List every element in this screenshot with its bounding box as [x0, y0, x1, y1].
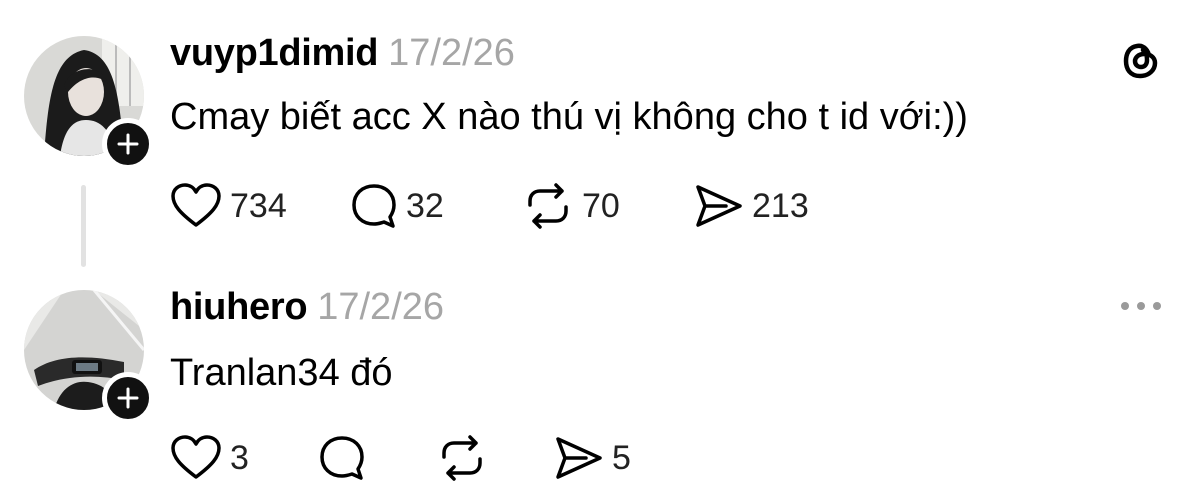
comment-icon — [320, 436, 364, 480]
share-count: 213 — [752, 186, 809, 225]
post-header: vuyp1dimid 17/2/26 — [170, 32, 515, 75]
plus-icon — [117, 133, 139, 155]
username[interactable]: hiuhero — [170, 286, 308, 329]
repost-icon — [442, 435, 482, 481]
reply-actions: 3 5 — [170, 434, 631, 482]
reply-date: 17/2/26 — [317, 286, 445, 328]
like-count: 734 — [230, 186, 287, 225]
username[interactable]: vuyp1dimid — [170, 32, 378, 75]
plus-icon — [117, 387, 139, 409]
repost-count: 70 — [582, 186, 620, 225]
follow-button[interactable] — [102, 372, 154, 424]
post-text: Cmay biết acc X nào thú vị không cho t i… — [170, 96, 968, 138]
reply-button[interactable]: 32 — [350, 182, 522, 230]
like-button[interactable]: 3 — [170, 435, 318, 481]
repost-icon — [528, 183, 568, 229]
comment-icon — [352, 184, 396, 228]
share-count: 5 — [612, 438, 631, 477]
follow-button[interactable] — [102, 118, 154, 170]
share-button[interactable]: 213 — [692, 183, 809, 229]
heart-icon — [171, 435, 221, 479]
repost-button[interactable] — [436, 435, 552, 481]
thread-connector-line — [81, 185, 86, 267]
reply-count: 32 — [406, 186, 444, 225]
send-icon — [696, 185, 742, 227]
heart-icon — [171, 183, 221, 227]
like-count: 3 — [230, 438, 249, 477]
reply-text: Tranlan34 đó — [170, 352, 393, 394]
more-options-icon[interactable] — [1118, 296, 1164, 321]
repost-button[interactable]: 70 — [522, 183, 692, 229]
post-date: 17/2/26 — [388, 32, 515, 74]
reply-header: hiuhero 17/2/26 — [170, 286, 444, 329]
like-button[interactable]: 734 — [170, 183, 350, 229]
threads-logo-icon[interactable] — [1120, 40, 1162, 87]
send-icon — [556, 437, 602, 479]
post-actions: 734 32 70 213 — [170, 182, 809, 230]
reply-button[interactable] — [318, 434, 436, 482]
share-button[interactable]: 5 — [552, 435, 631, 481]
